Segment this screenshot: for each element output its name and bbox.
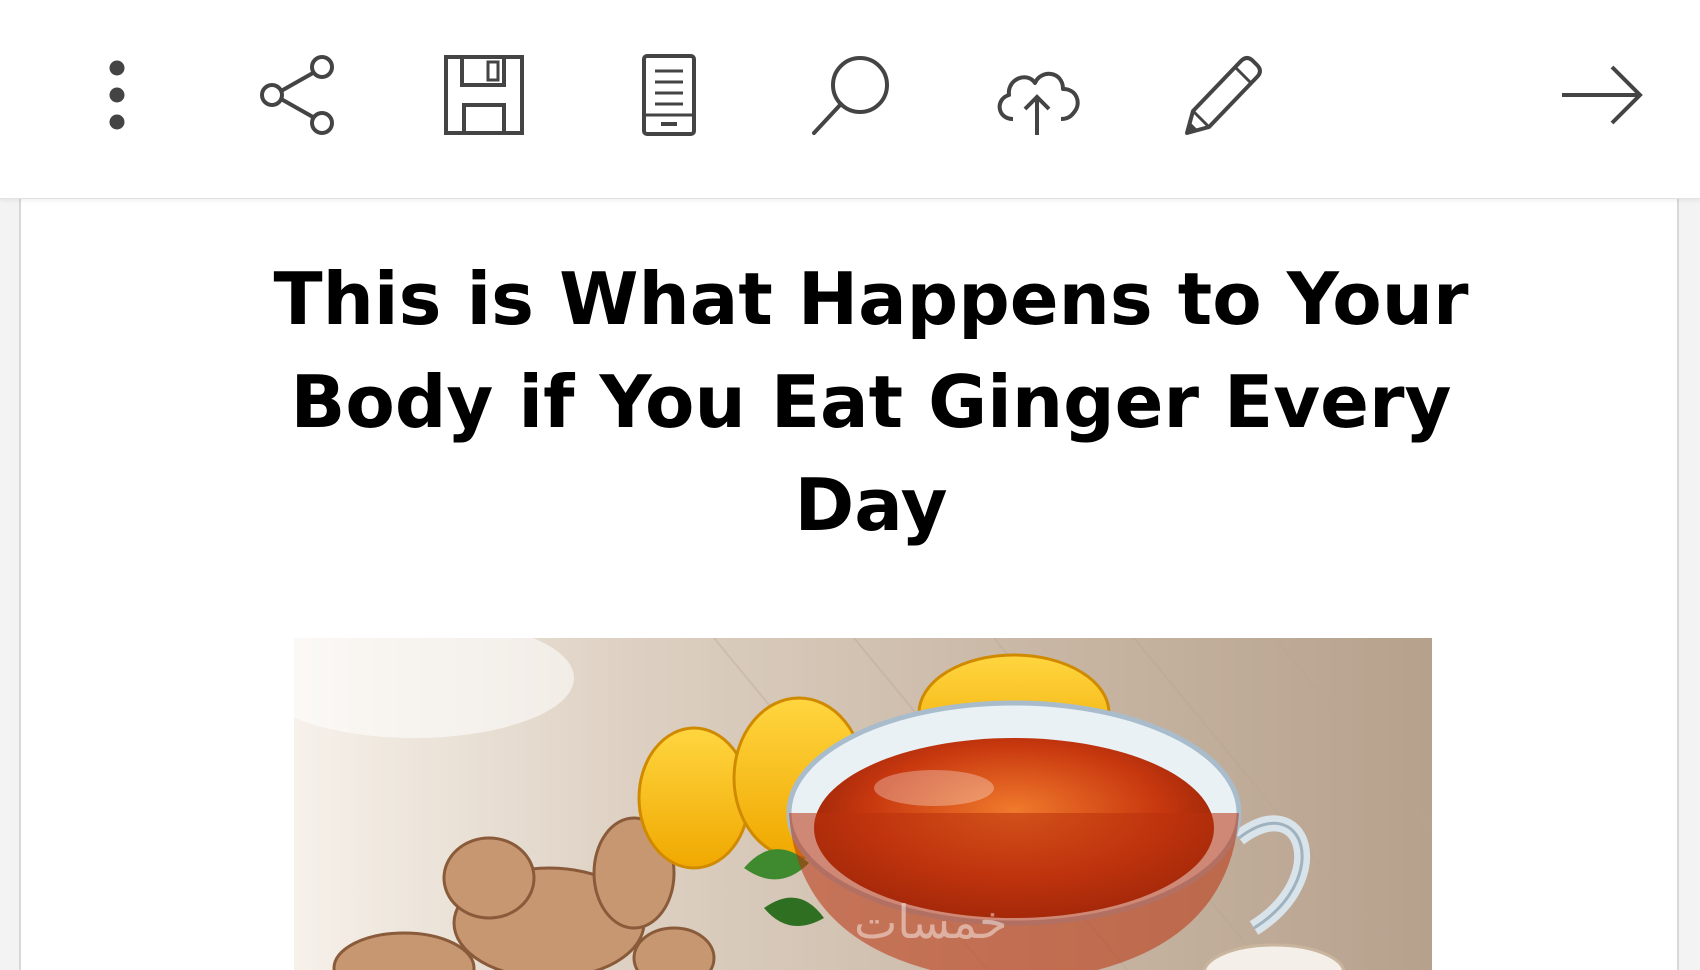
document-icon (642, 54, 696, 136)
share-button[interactable] (243, 40, 353, 150)
arrow-right-icon (1562, 65, 1643, 125)
share-icon (260, 55, 334, 135)
cloud-upload-icon (997, 72, 1080, 135)
watermark-text: خمسات (854, 895, 1007, 949)
document-page: This is What Happens to Your Body if You… (19, 198, 1679, 970)
ginger-tea-photo: خمسات (294, 638, 1432, 970)
document-title: This is What Happens to Your Body if You… (273, 257, 1469, 547)
toolbar (0, 0, 1700, 199)
cloud-upload-button[interactable] (982, 40, 1092, 150)
document-viewport[interactable]: This is What Happens to Your Body if You… (0, 198, 1700, 970)
next-button[interactable] (1547, 40, 1657, 150)
reading-view-button[interactable] (614, 40, 724, 150)
edit-button[interactable] (1166, 40, 1276, 150)
more-vertical-icon (109, 60, 125, 130)
search-button[interactable] (797, 40, 907, 150)
save-button[interactable] (429, 40, 539, 150)
pencil-icon (1185, 56, 1262, 135)
magnifier-icon (812, 56, 889, 135)
floppy-disk-icon (444, 55, 524, 135)
more-options-button[interactable] (62, 40, 172, 150)
